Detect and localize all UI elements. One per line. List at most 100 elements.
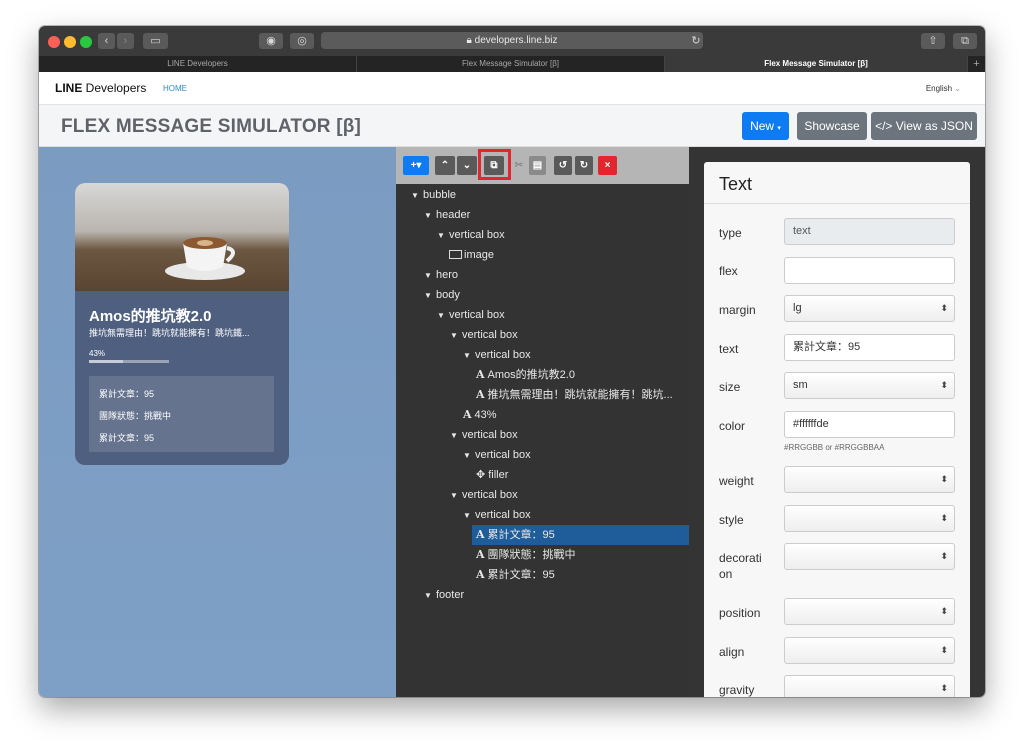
align-label: align: [719, 645, 745, 659]
reload-icon[interactable]: ↻: [689, 33, 703, 49]
sidebar-toggle-icon[interactable]: ▭: [143, 33, 168, 49]
caret-down-icon: ▼: [437, 311, 445, 320]
text-component-icon: A: [476, 388, 485, 401]
tree-node-text[interactable]: A Amos的推坑教2.0: [476, 365, 575, 385]
gravity-label: gravity: [719, 683, 755, 697]
stats-box: 累計文章：95 團隊狀態：挑戰中 累計文章：95: [89, 376, 274, 452]
caret-down-icon: ▼: [463, 511, 471, 520]
type-field[interactable]: text: [784, 218, 955, 245]
preview-pane: Amos的推坑教2.0 推坑無需理由！跳坑就能擁有！跳坑鐵... 43% 累計文…: [39, 147, 396, 697]
caret-down-icon: ▼: [450, 491, 458, 500]
tree-node-image[interactable]: image: [449, 245, 494, 265]
tab-flex-simulator-2[interactable]: Flex Message Simulator [β]: [665, 56, 968, 72]
add-component-button[interactable]: +▾: [403, 156, 429, 175]
gravity-select[interactable]: ⬍: [784, 675, 955, 697]
weight-select[interactable]: ⬍: [784, 466, 955, 493]
tree-node-text-selected[interactable]: A 累計文章：95: [472, 525, 689, 545]
paste-button[interactable]: ▤: [529, 156, 546, 175]
style-label: style: [719, 513, 744, 527]
select-arrows-icon: ⬍: [940, 513, 948, 523]
tree-node-vertical-box[interactable]: ▼ vertical box: [437, 305, 505, 325]
extension-icon[interactable]: ◎: [290, 33, 314, 49]
tree-node-footer[interactable]: ▼ footer: [424, 585, 464, 605]
url-text: developers.line.biz: [474, 35, 558, 46]
close-window-icon[interactable]: [48, 36, 60, 48]
back-icon[interactable]: ‹: [98, 33, 115, 49]
showcase-button[interactable]: Showcase: [797, 112, 867, 140]
cut-icon[interactable]: ✂: [512, 156, 526, 175]
tree-node-vertical-box[interactable]: ▼ vertical box: [463, 445, 531, 465]
properties-heading: Text: [719, 174, 753, 194]
coffee-image: [75, 183, 289, 291]
weight-label: weight: [719, 474, 754, 488]
tree-node-text[interactable]: A 團隊狀態：挑戰中: [476, 545, 576, 565]
tree-node-vertical-box[interactable]: ▼ vertical box: [450, 485, 518, 505]
position-label: position: [719, 606, 761, 620]
view-as-json-button[interactable]: </> View as JSON: [871, 112, 977, 140]
select-arrows-icon: ⬍: [940, 683, 948, 693]
stat-articles-2: 累計文章：95: [99, 433, 155, 443]
move-up-button[interactable]: ⌃: [435, 156, 455, 175]
tree-toolbar: +▾ ⌃ ⌄ ⧉ ✂ ▤ ↺ ↻ ×: [396, 147, 689, 184]
preview-subtitle: 推坑無需理由！跳坑就能擁有！跳坑鐵...: [89, 328, 250, 338]
style-select[interactable]: ⬍: [784, 505, 955, 532]
type-label: type: [719, 226, 742, 240]
tree-node-header[interactable]: ▼ header: [424, 205, 470, 225]
zoom-window-icon[interactable]: [80, 36, 92, 48]
tree-node-text[interactable]: A 累計文章：95: [476, 565, 555, 585]
delete-button[interactable]: ×: [598, 156, 617, 175]
forward-icon[interactable]: ›: [117, 33, 134, 49]
tree-node-vertical-box[interactable]: ▼ vertical box: [437, 225, 505, 245]
tree-node-vertical-box[interactable]: ▼ vertical box: [463, 505, 531, 525]
caret-down-icon: ▼: [424, 271, 432, 280]
caret-down-icon: ▼: [424, 291, 432, 300]
tree-node-bubble[interactable]: ▼ bubble: [411, 185, 456, 205]
tree-node-text[interactable]: A 推坑無需理由！跳坑就能擁有！跳坑...: [476, 385, 673, 405]
color-label: color: [719, 419, 746, 433]
margin-label: margin: [719, 303, 756, 317]
color-field[interactable]: #ffffffde: [784, 411, 955, 438]
tab-line-developers[interactable]: LINE Developers: [39, 56, 357, 72]
decoration-select[interactable]: ⬍: [784, 543, 955, 570]
image-icon: [449, 250, 462, 259]
text-field[interactable]: 累計文章：95: [784, 334, 955, 361]
tree-node-vertical-box[interactable]: ▼ vertical box: [450, 425, 518, 445]
tree-node-body[interactable]: ▼ body: [424, 285, 460, 305]
position-select[interactable]: ⬍: [784, 598, 955, 625]
tabs-overview-icon[interactable]: ⧉: [953, 33, 977, 49]
privacy-icon[interactable]: ◉: [259, 33, 283, 49]
new-tab-button[interactable]: +: [968, 56, 985, 72]
tree-node-vertical-box[interactable]: ▼ vertical box: [463, 345, 531, 365]
new-button[interactable]: New ▾: [742, 112, 789, 140]
preview-title: Amos的推坑教2.0: [89, 308, 212, 325]
stat-articles: 累計文章：95: [99, 389, 155, 399]
caret-down-icon: ▼: [450, 431, 458, 440]
tab-bar: LINE Developers Flex Message Simulator […: [39, 56, 985, 72]
tree-node-text[interactable]: A 43%: [463, 405, 497, 425]
tree-node-vertical-box[interactable]: ▼ vertical box: [450, 325, 518, 345]
size-select[interactable]: sm ⬍: [784, 372, 955, 399]
align-select[interactable]: ⬍: [784, 637, 955, 664]
share-icon[interactable]: ⇧: [921, 33, 945, 49]
address-bar[interactable]: 🔒︎ developers.line.biz: [321, 32, 703, 49]
progress-fill: [89, 360, 124, 363]
tree-node-hero[interactable]: ▼ hero: [424, 265, 458, 285]
flex-field[interactable]: [784, 257, 955, 284]
text-component-icon: A: [476, 568, 485, 581]
margin-select[interactable]: lg ⬍: [784, 295, 955, 322]
properties-panel: Text type text flex margin lg ⬍ text 累計文章…: [689, 147, 985, 697]
select-arrows-icon: ⬍: [940, 645, 948, 655]
tree-node-filler[interactable]: ✥ filler: [476, 465, 508, 485]
move-down-button[interactable]: ⌄: [457, 156, 477, 175]
line-developers-logo[interactable]: LINE Developers: [55, 81, 146, 95]
select-arrows-icon: ⬍: [940, 606, 948, 616]
language-select[interactable]: English ⌄: [926, 84, 961, 93]
text-component-icon: A: [476, 548, 485, 561]
size-label: size: [719, 380, 741, 394]
tab-flex-simulator-1[interactable]: Flex Message Simulator [β]: [357, 56, 665, 72]
home-link[interactable]: HOME: [163, 84, 187, 93]
redo-button[interactable]: ↻: [575, 156, 593, 175]
minimize-window-icon[interactable]: [64, 36, 76, 48]
caret-down-icon: ▼: [463, 351, 471, 360]
undo-button[interactable]: ↺: [554, 156, 572, 175]
